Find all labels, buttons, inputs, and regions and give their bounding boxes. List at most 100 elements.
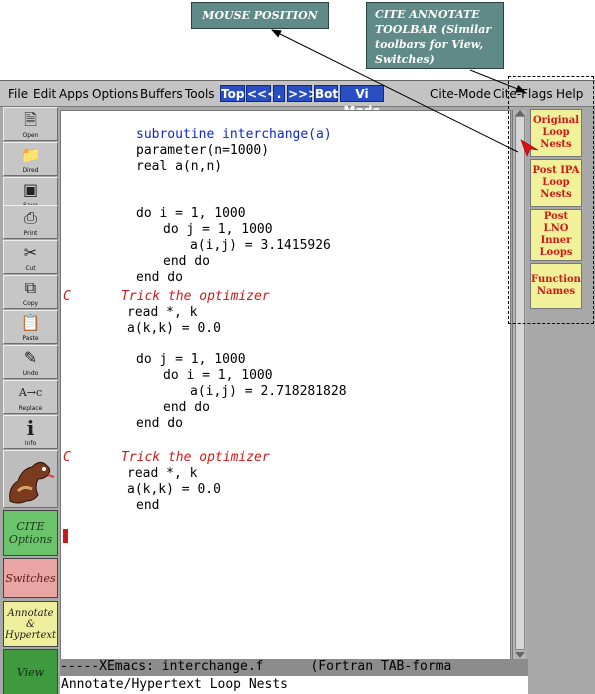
replace-icon: A→c	[18, 386, 43, 399]
undo-icon: ✎	[23, 348, 38, 367]
paste-label: Paste	[22, 335, 39, 342]
copy-label: Copy	[22, 300, 39, 307]
callout-line: CITE ANNOTATE	[375, 8, 480, 21]
code-line: a(i,j) = 3.1415926	[190, 238, 331, 253]
annotate-line: Annotate	[7, 607, 54, 619]
menu-file[interactable]: File	[8, 87, 28, 101]
comment-text: Trick the optimizer	[121, 450, 270, 465]
code-line: end do	[163, 254, 210, 269]
vi-mode-button[interactable]: Vi Mode	[340, 85, 384, 118]
button-line: Loops	[539, 247, 573, 258]
replace-button[interactable]: A→c Replace	[3, 380, 58, 414]
mouse-position-text: MOUSE POSITION	[202, 9, 318, 22]
comment-text: Trick the optimizer	[121, 289, 270, 304]
copy-button[interactable]: ⧉ Copy	[3, 275, 58, 309]
text-cursor	[63, 529, 68, 543]
function-names-button[interactable]: Function Names	[530, 263, 582, 309]
button-line: Loop	[542, 127, 570, 138]
button-line: Post LNO	[543, 211, 569, 234]
dired-icon: 📁	[20, 145, 41, 164]
xemacs-mascot-icon	[9, 461, 55, 504]
code-line: end do	[163, 400, 210, 415]
print-button[interactable]: ⎙ Print	[3, 205, 58, 239]
center-button[interactable]: .	[273, 85, 285, 102]
editor-buffer[interactable]: subroutine interchange(a) parameter(n=10…	[60, 110, 511, 660]
callout-line: Switches)	[375, 53, 435, 66]
scroll-down-arrow-icon[interactable]	[515, 652, 525, 658]
code-line: do i = 1, 1000	[163, 368, 273, 383]
info-label: Info	[24, 440, 37, 447]
menu-apps[interactable]: Apps	[59, 87, 89, 101]
annotate-hypertext-button[interactable]: Annotate & Hypertext	[3, 601, 58, 647]
code-line: subroutine interchange(a)	[136, 127, 332, 142]
callout-line: toolbars for View,	[375, 38, 484, 51]
cite-annotate-toolbar-callout: CITE ANNOTATE TOOLBAR (Similar toolbars …	[366, 2, 504, 69]
bottom-button[interactable]: Bot	[314, 85, 338, 102]
mascot-button[interactable]	[3, 450, 58, 508]
menu-cite-mode[interactable]: Cite-Mode	[430, 87, 491, 101]
view-label: View	[16, 665, 45, 679]
button-line: Inner	[540, 235, 572, 246]
code-line: end	[136, 498, 160, 513]
modeline: -----XEmacs: interchange.f (Fortran TAB-…	[60, 659, 530, 676]
open-button[interactable]: 🗎 Open	[3, 107, 58, 141]
button-line: Loop	[542, 177, 570, 188]
page-back-button[interactable]: <<<	[246, 85, 277, 102]
top-button[interactable]: Top	[220, 85, 245, 102]
cut-button[interactable]: ✂ Cut	[3, 240, 58, 274]
cut-label: Cut	[25, 265, 36, 272]
menu-tools[interactable]: Tools	[185, 87, 215, 101]
comment-marker: C	[63, 289, 71, 304]
menu-buffers[interactable]: Buffers	[140, 87, 183, 101]
post-lno-inner-loops-button[interactable]: Post LNO Inner Loops	[530, 209, 582, 261]
replace-label: Replace	[18, 405, 43, 412]
mouse-position-callout: MOUSE POSITION	[191, 2, 329, 29]
paste-icon: 📋	[20, 313, 41, 332]
annotate-line: Hypertext	[4, 629, 57, 641]
undo-button[interactable]: ✎ Undo	[3, 345, 58, 379]
button-line: Post IPA	[532, 165, 580, 176]
xemacs-window: File Edit Apps Options Buffers Tools Top…	[0, 80, 595, 694]
cite-annotate-toolbar: Original Loop Nests Post IPA Loop Nests …	[528, 107, 595, 694]
switches-button[interactable]: Switches	[3, 558, 58, 598]
dired-button[interactable]: 📁 Dired	[3, 142, 58, 176]
view-button[interactable]: View	[3, 649, 58, 694]
original-loop-nests-button[interactable]: Original Loop Nests	[530, 109, 582, 157]
page-forward-button[interactable]: >>>	[287, 85, 318, 102]
code-line: parameter(n=1000)	[136, 143, 270, 158]
button-line: Function	[531, 274, 581, 285]
info-button[interactable]: i Info	[3, 415, 58, 449]
button-line: Names	[536, 286, 576, 297]
button-line: Nests	[540, 139, 572, 150]
menubar: File Edit Apps Options Buffers Tools Top…	[0, 81, 595, 118]
menu-help[interactable]: Help	[556, 87, 583, 101]
code-line: a(k,k) = 0.0	[127, 321, 221, 336]
minibuffer[interactable]: Annotate/Hypertext Loop Nests	[60, 676, 530, 694]
code-line: read *, k	[127, 305, 198, 320]
menu-options[interactable]: Options	[92, 87, 138, 101]
print-icon: ⎙	[24, 208, 37, 227]
scrollbar-thumb[interactable]	[515, 116, 525, 650]
code-line: a(i,j) = 2.718281828	[190, 384, 347, 399]
callout-line: TOOLBAR (Similar	[375, 23, 492, 36]
switches-label: Switches	[5, 571, 56, 585]
cite-options-line: CITE	[16, 520, 45, 533]
dired-label: Dired	[22, 167, 39, 174]
left-toolbar: 🗎 Open 📁 Dired ▣ Save ⎙ Print ✂ Cut ⧉ Co…	[2, 107, 59, 694]
cut-icon: ✂	[23, 243, 38, 262]
cite-options-line: Options	[8, 533, 53, 546]
code-line: do j = 1, 1000	[163, 222, 273, 237]
paste-button[interactable]: 📋 Paste	[3, 310, 58, 344]
menu-edit[interactable]: Edit	[33, 87, 56, 101]
code-line: end do	[136, 416, 183, 431]
vertical-scrollbar[interactable]	[512, 110, 526, 660]
menu-cite-flags[interactable]: Cite-Flags	[493, 87, 553, 101]
code-line: do j = 1, 1000	[136, 352, 246, 367]
cite-options-button[interactable]: CITE Options	[3, 510, 58, 556]
code-line: do i = 1, 1000	[136, 206, 246, 221]
post-ipa-loop-nests-button[interactable]: Post IPA Loop Nests	[530, 159, 582, 207]
code-line: read *, k	[127, 466, 198, 481]
undo-label: Undo	[22, 370, 39, 377]
minibuffer-text: Annotate/Hypertext Loop Nests	[61, 677, 288, 692]
open-icon: 🗎	[24, 110, 37, 129]
